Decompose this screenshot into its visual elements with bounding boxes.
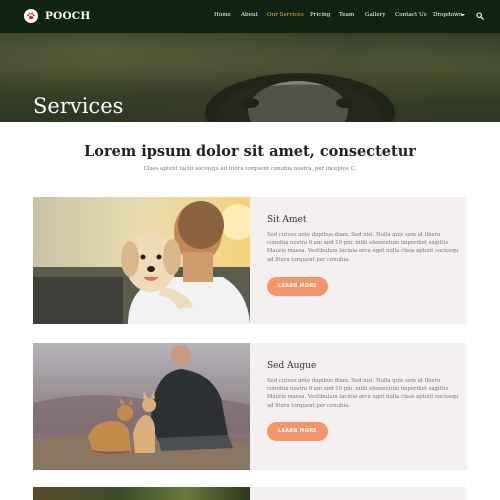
section-subtext: Class aptent taciti sociosqu ad litora t…	[143, 166, 357, 172]
service-image-partial	[33, 487, 250, 500]
chevron-down-icon	[461, 14, 465, 16]
service-description: Sed cursus ante dapibus diam. Sed nisi. …	[267, 378, 459, 409]
service-title: Sit Amet	[267, 215, 307, 225]
service-image-puppy	[33, 197, 250, 324]
nav-item-gallery[interactable]: Gallery	[365, 12, 386, 18]
search-icon[interactable]	[476, 12, 484, 20]
hero-banner: Services	[0, 33, 500, 122]
nav-item-about[interactable]: About	[241, 12, 258, 18]
section-heading: Lorem ipsum dolor sit amet, consectetur	[84, 143, 416, 160]
paw-icon[interactable]	[24, 9, 38, 23]
service-image-hiker	[33, 343, 250, 470]
service-card: Sit Amet Sed cursus ante dapibus diam. S…	[33, 197, 467, 324]
page-title: Services	[33, 94, 124, 118]
service-card: Sed Augue Sed cursus ante dapibus diam. …	[33, 343, 467, 470]
service-card-partial	[250, 487, 467, 500]
nav-item-home[interactable]: Home	[214, 12, 231, 18]
nav-item-pricing[interactable]: Pricing	[310, 12, 330, 18]
top-navbar: POOCH Home About Our Services Pricing Te…	[0, 0, 500, 33]
learn-more-button[interactable]: LEARN MORE	[267, 422, 328, 441]
nav-item-dropdown[interactable]: Dropdown	[433, 12, 462, 18]
nav-item-team[interactable]: Team	[339, 12, 354, 18]
service-description: Sed cursus ante dapibus diam. Sed nisi. …	[267, 232, 459, 263]
brand-name[interactable]: POOCH	[45, 10, 90, 22]
nav-item-contact-us[interactable]: Contact Us	[395, 12, 427, 18]
nav-item-our-services[interactable]: Our Services	[267, 12, 304, 18]
service-title: Sed Augue	[267, 361, 317, 371]
learn-more-button[interactable]: LEARN MORE	[267, 277, 328, 296]
